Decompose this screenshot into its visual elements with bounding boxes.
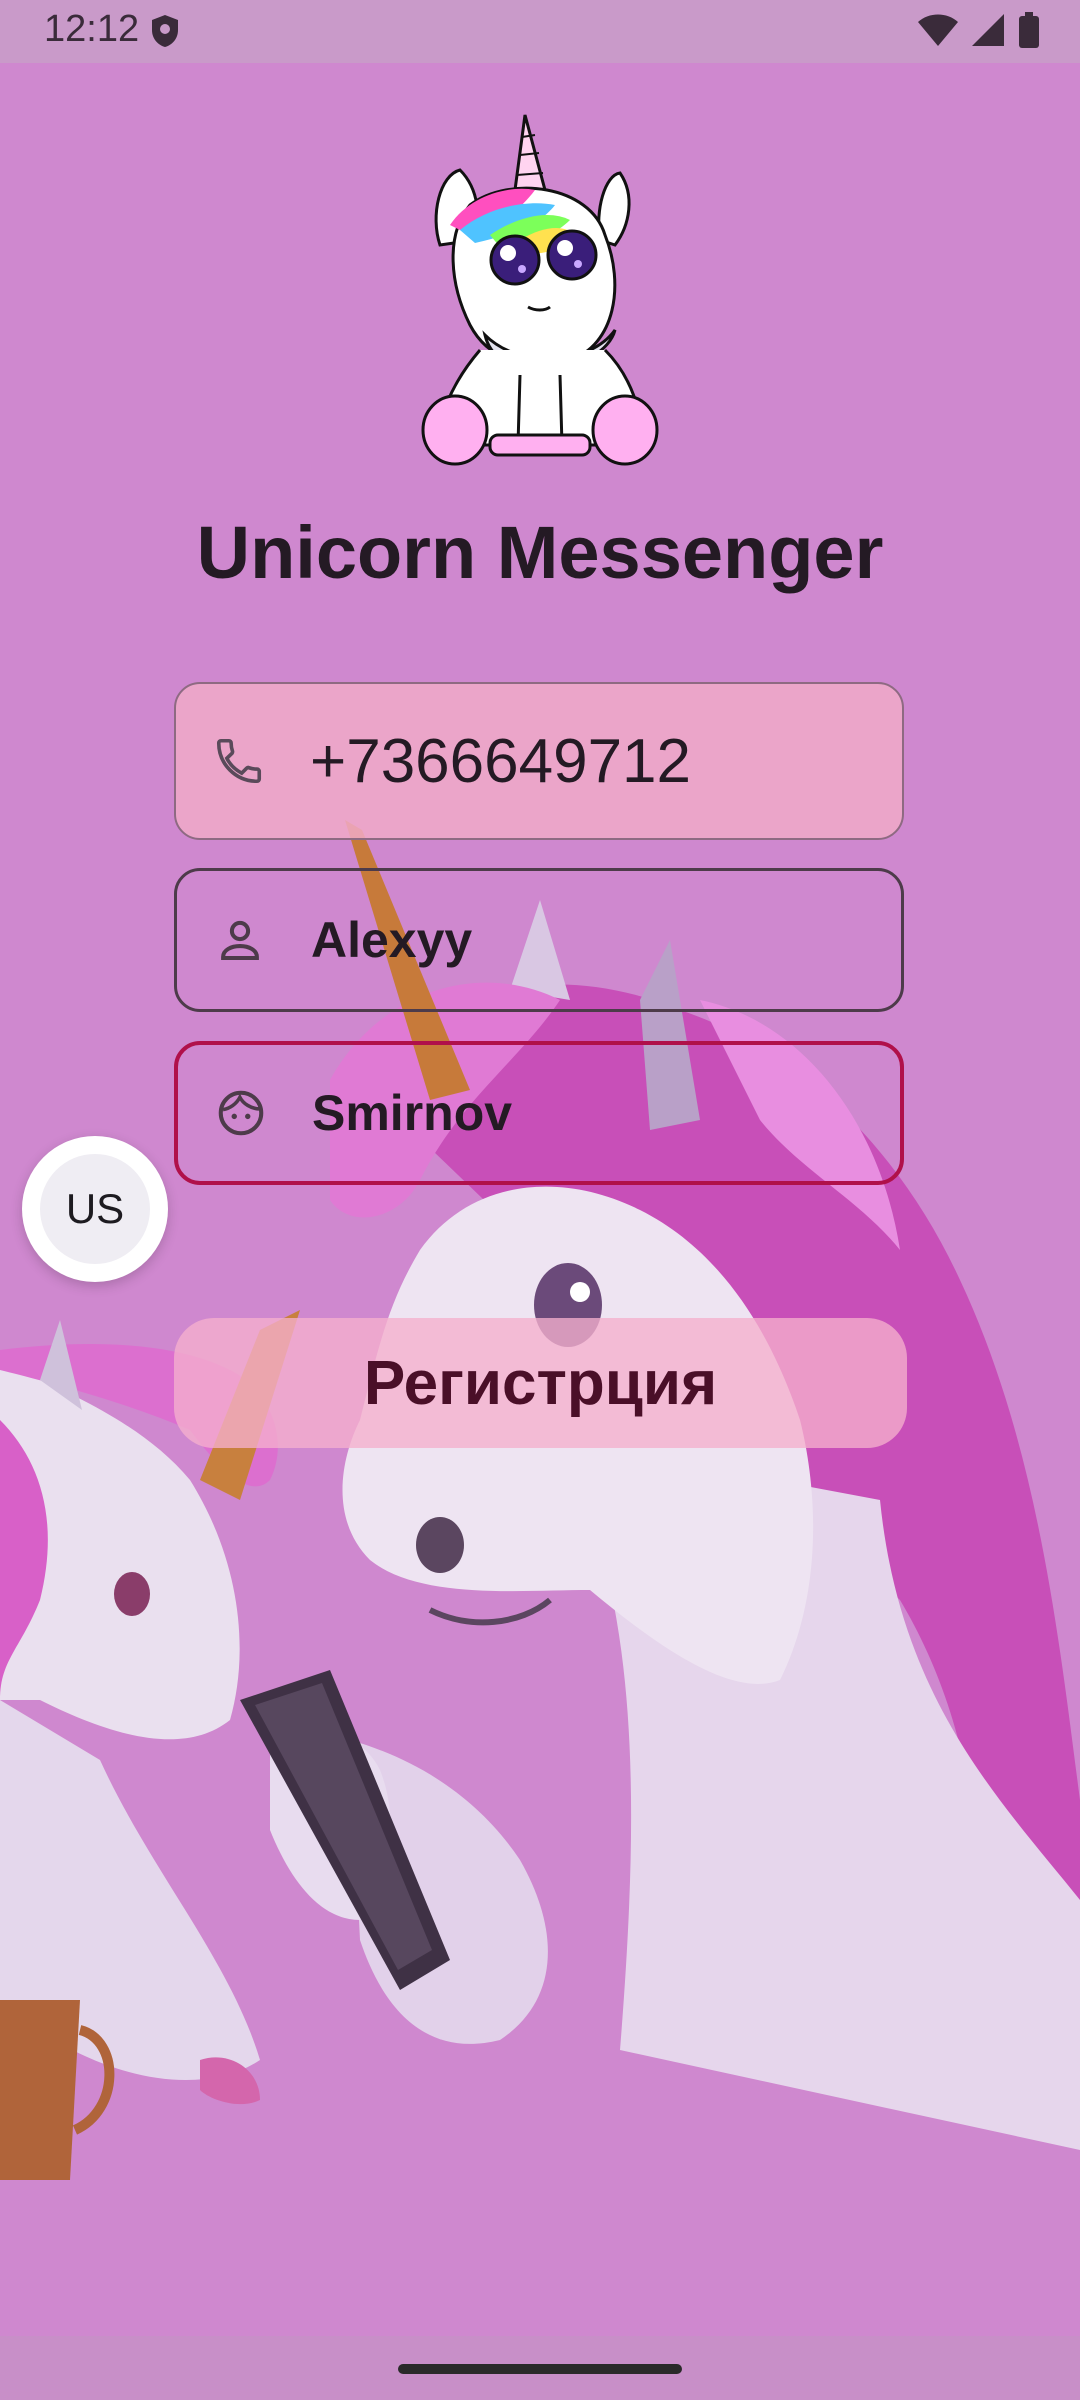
first-name-input[interactable] [311, 871, 871, 1009]
first-name-field[interactable] [174, 868, 904, 1012]
unicorn-logo [421, 114, 659, 466]
status-time: 12:12 [44, 8, 140, 50]
country-code-button[interactable]: US [22, 1136, 168, 1282]
battery-icon [1019, 12, 1039, 48]
register-button[interactable]: Регистрция [174, 1318, 907, 1448]
status-icons [917, 12, 1040, 48]
phone-input[interactable] [310, 684, 870, 838]
last-name-field[interactable] [174, 1041, 904, 1185]
home-gesture-handle[interactable] [398, 2364, 682, 2374]
shield-icon [152, 15, 178, 47]
status-bar: 12:12 [0, 0, 1080, 63]
navigation-bar [0, 2336, 1080, 2400]
signal-icon [971, 14, 1004, 46]
wifi-icon [918, 14, 959, 46]
registration-screen: 12:12 Unicorn Messenger +7366649712 Alex… [0, 0, 1080, 2400]
person-icon [221, 920, 259, 961]
last-name-input[interactable] [312, 1045, 872, 1181]
phone-icon [216, 738, 262, 784]
phone-field[interactable] [174, 682, 904, 840]
face-icon [218, 1090, 264, 1136]
app-title: Unicorn Messenger [196, 511, 884, 594]
country-code-label: US [40, 1154, 150, 1264]
